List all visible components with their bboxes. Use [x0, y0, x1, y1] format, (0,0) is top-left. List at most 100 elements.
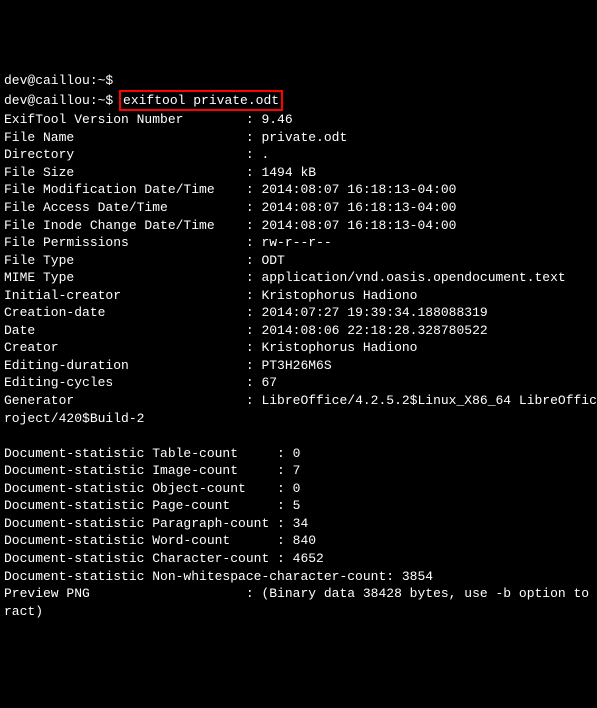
output-row: Creator : Kristophorus Hadiono — [4, 339, 593, 357]
field-colon: : — [277, 463, 293, 478]
field-colon: : — [246, 112, 262, 127]
field-colon: : — [246, 147, 262, 162]
field-value: 4652 — [293, 551, 324, 566]
field-label: File Permissions — [4, 234, 246, 252]
field-label: File Type — [4, 252, 246, 270]
field-colon: : — [246, 288, 262, 303]
field-colon: : — [277, 533, 293, 548]
field-label: Initial-creator — [4, 287, 246, 305]
field-value: 0 — [293, 446, 301, 461]
output-row: Creation-date : 2014:07:27 19:39:34.1880… — [4, 304, 593, 322]
field-value: 2014:08:06 22:18:28.328780522 — [261, 323, 487, 338]
field-value: PT3H26M6S — [261, 358, 331, 373]
field-colon: : — [386, 569, 402, 584]
field-value: 2014:08:07 16:18:13-04:00 — [261, 182, 456, 197]
field-colon: : — [246, 200, 262, 215]
field-colon: : — [246, 340, 262, 355]
shell-prompt: dev@caillou:~$ — [4, 72, 593, 90]
field-colon: : — [246, 235, 262, 250]
field-label: File Modification Date/Time — [4, 181, 246, 199]
field-label: Editing-duration — [4, 357, 246, 375]
field-value: Kristophorus Hadiono — [261, 288, 417, 303]
output-row: Initial-creator : Kristophorus Hadiono — [4, 287, 593, 305]
field-value: private.odt — [261, 130, 347, 145]
shell-prompt-prefix: dev@caillou:~$ — [4, 93, 121, 108]
output-row: Document-statistic Word-count : 840 — [4, 532, 593, 550]
field-value: rw-r--r-- — [261, 235, 331, 250]
output-row: Document-statistic Image-count : 7 — [4, 462, 593, 480]
field-label: Editing-cycles — [4, 374, 246, 392]
field-label: File Size — [4, 164, 246, 182]
field-label: Creator — [4, 339, 246, 357]
output-row: Document-statistic Character-count : 465… — [4, 550, 593, 568]
field-label: Document-statistic Character-count — [4, 550, 277, 568]
output-row: Directory : . — [4, 146, 593, 164]
field-label: Creation-date — [4, 304, 246, 322]
field-value: 0 — [293, 481, 301, 496]
output-row: Document-statistic Non-whitespace-charac… — [4, 568, 593, 586]
field-label: MIME Type — [4, 269, 246, 287]
field-value: 67 — [261, 375, 277, 390]
output-row: File Type : ODT — [4, 252, 593, 270]
field-label: Document-statistic Paragraph-count — [4, 515, 277, 533]
field-value: 9.46 — [261, 112, 292, 127]
field-label: File Name — [4, 129, 246, 147]
field-value: 2014:07:27 19:39:34.188088319 — [261, 305, 487, 320]
output-row: File Name : private.odt — [4, 129, 593, 147]
output-blank — [4, 427, 593, 445]
field-label: ExifTool Version Number — [4, 111, 246, 129]
field-value: ODT — [261, 253, 284, 268]
field-colon: : — [246, 253, 262, 268]
field-value: 1494 kB — [261, 165, 316, 180]
field-value: (Binary data 38428 bytes, use -b option … — [261, 586, 597, 601]
terminal-output[interactable]: dev@caillou:~$dev@caillou:~$ exiftool pr… — [4, 72, 593, 620]
output-row: Editing-cycles : 67 — [4, 374, 593, 392]
field-label: Preview PNG — [4, 585, 246, 603]
field-label: Document-statistic Word-count — [4, 532, 277, 550]
shell-command-line: dev@caillou:~$ exiftool private.odt — [4, 90, 593, 112]
output-row: MIME Type : application/vnd.oasis.opendo… — [4, 269, 593, 287]
field-value: Kristophorus Hadiono — [261, 340, 417, 355]
field-label: Document-statistic Image-count — [4, 462, 277, 480]
field-colon: : — [277, 481, 293, 496]
field-colon: : — [246, 375, 262, 390]
output-row: Document-statistic Object-count : 0 — [4, 480, 593, 498]
field-label: Document-statistic Non-whitespace-charac… — [4, 568, 386, 586]
output-row: Date : 2014:08:06 22:18:28.328780522 — [4, 322, 593, 340]
field-label: Generator — [4, 392, 246, 410]
field-colon: : — [246, 165, 262, 180]
field-colon: : — [246, 182, 262, 197]
field-value: 3854 — [402, 569, 433, 584]
field-colon: : — [246, 305, 262, 320]
field-value: 34 — [293, 516, 309, 531]
field-label: Document-statistic Object-count — [4, 480, 277, 498]
field-colon: : — [246, 586, 262, 601]
field-label: Document-statistic Table-count — [4, 445, 277, 463]
field-value: application/vnd.oasis.opendocument.text — [261, 270, 565, 285]
output-row: File Size : 1494 kB — [4, 164, 593, 182]
field-colon: : — [246, 130, 262, 145]
field-label: File Inode Change Date/Time — [4, 217, 246, 235]
field-value: LibreOffice/4.2.5.2$Linux_X86_64 LibreOf… — [261, 393, 597, 408]
field-colon: : — [246, 358, 262, 373]
field-value: 840 — [293, 533, 316, 548]
output-row-wrap: roject/420$Build-2 — [4, 410, 593, 428]
output-row: Document-statistic Table-count : 0 — [4, 445, 593, 463]
field-label: Date — [4, 322, 246, 340]
field-label: Directory — [4, 146, 246, 164]
field-colon: : — [246, 393, 262, 408]
output-row: File Inode Change Date/Time : 2014:08:07… — [4, 217, 593, 235]
field-colon: : — [277, 446, 293, 461]
output-row-wrap: ract) — [4, 603, 593, 621]
field-value: 5 — [293, 498, 301, 513]
field-colon: : — [277, 551, 293, 566]
field-colon: : — [277, 516, 293, 531]
output-row: File Modification Date/Time : 2014:08:07… — [4, 181, 593, 199]
field-value: 2014:08:07 16:18:13-04:00 — [261, 218, 456, 233]
output-row: Document-statistic Paragraph-count : 34 — [4, 515, 593, 533]
command-highlight: exiftool private.odt — [119, 90, 283, 112]
output-row: Generator : LibreOffice/4.2.5.2$Linux_X8… — [4, 392, 593, 410]
field-label: File Access Date/Time — [4, 199, 246, 217]
field-value: 2014:08:07 16:18:13-04:00 — [261, 200, 456, 215]
field-colon: : — [246, 218, 262, 233]
